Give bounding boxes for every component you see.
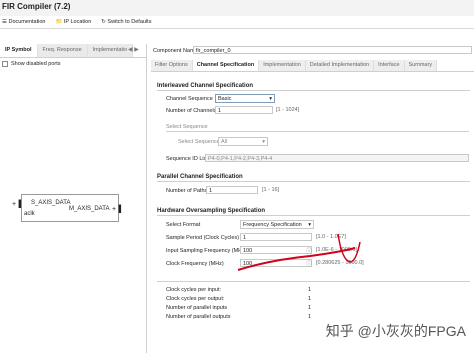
summary-label-4: Number of parallel outputs — [166, 314, 231, 320]
sequence-id-label: Sequence ID List — [166, 156, 208, 162]
summary-label-1: Clock cycles per input: — [166, 287, 222, 293]
tab-detailed-implementation[interactable]: Detailed Implementation — [305, 60, 375, 71]
port-s-axis-data: S_AXIS_DATA — [31, 200, 71, 206]
toolbar-separator — [0, 28, 474, 29]
show-disabled-ports-row: Show disabled ports — [2, 61, 61, 67]
channel-sequence-label: Channel Sequence — [166, 96, 213, 102]
select-format-label: Select Format — [166, 222, 201, 228]
number-of-channels-hint: [1 - 1024] — [276, 107, 300, 113]
component-name-label: Component Name — [153, 48, 198, 54]
chevron-down-icon: ▾ — [262, 139, 265, 145]
tab-ip-symbol[interactable]: IP Symbol — [0, 44, 38, 57]
summary-label-2: Clock cycles per output: — [166, 296, 225, 302]
number-of-paths-label: Number of Paths — [166, 188, 208, 194]
select-sequence-divider — [166, 131, 469, 132]
component-name-input[interactable]: fir_compiler_0 — [193, 46, 472, 54]
chevron-down-icon: ▾ — [269, 96, 272, 102]
left-tabs: IP Symbol Freq. Response Implementatio — [0, 44, 147, 58]
summary-value-3: 1 — [308, 305, 312, 311]
tab-interface[interactable]: Interface — [374, 60, 405, 71]
sequence-id-input[interactable]: P4-0,P4-1,P4-2,P4-3,P4-4 — [205, 154, 469, 162]
red-annotation — [237, 233, 361, 271]
watermark: 知乎 @小灰灰的FPGA — [325, 323, 466, 339]
left-tabs-scroll-icon[interactable]: ◀ ▶ — [128, 46, 139, 53]
tab-implementation[interactable]: Implementatio — [87, 44, 134, 57]
interleaved-header: Interleaved Channel Specification — [157, 83, 254, 89]
oversampling-header: Hardware Oversampling Specification — [157, 208, 266, 214]
interleaved-divider — [157, 90, 470, 91]
ip-location-button[interactable]: 📁 IP Location — [55, 19, 91, 25]
annotation-curve — [337, 233, 361, 263]
switch-defaults-button[interactable]: ↻ Switch to Defaults — [101, 19, 151, 25]
parallel-divider — [157, 181, 470, 182]
output-port-icon: +▐ — [112, 206, 122, 213]
tab-summary[interactable]: Summary — [404, 60, 438, 71]
number-of-channels-input[interactable]: 1 — [215, 106, 273, 114]
tab-channel-specification[interactable]: Channel Specification — [192, 60, 260, 71]
show-disabled-ports-label: Show disabled ports — [11, 61, 61, 67]
documentation-button[interactable]: ☰ Documentation — [2, 19, 45, 25]
annotation-underline — [237, 247, 356, 271]
channel-sequence-select[interactable]: Basic ▾ — [215, 94, 275, 103]
number-of-paths-hint: [1 - 16] — [262, 187, 280, 193]
port-m-axis-data: M_AXIS_DATA — [69, 206, 110, 212]
summary-value-2: 1 — [308, 296, 312, 302]
tab-freq-response[interactable]: Freq. Response — [37, 44, 88, 57]
oversampling-divider — [157, 215, 470, 216]
summary-value-4: 1 — [308, 314, 312, 320]
summary-label-3: Number of parallel inputs — [166, 305, 228, 311]
toolbar: ☰ Documentation 📁 IP Location ↻ Switch t… — [0, 16, 474, 28]
summary-divider — [157, 281, 470, 282]
input-port-icon: +▐ — [12, 201, 22, 208]
parallel-header: Parallel Channel Specification — [157, 174, 243, 180]
select-sequence-header: Select Sequence — [166, 124, 208, 130]
tab-filter-options[interactable]: Filter Options — [151, 60, 193, 71]
tab-implementation-right[interactable]: Implementation — [259, 60, 306, 71]
window-title: FIR Compiler (7.2) — [0, 0, 474, 16]
select-sequence-label: Select Sequence — [178, 139, 220, 145]
right-tabs: Filter Options Channel Specification Imp… — [151, 60, 474, 72]
port-aclk: aclk — [24, 211, 35, 217]
summary-value-1: 1 — [308, 287, 312, 293]
select-sequence-select[interactable]: All ▾ — [218, 137, 268, 146]
number-of-channels-label: Number of Channels — [166, 108, 217, 114]
show-disabled-ports-checkbox[interactable] — [2, 61, 8, 67]
chevron-down-icon: ▾ — [308, 222, 311, 228]
select-format-select[interactable]: Frequency Specification ▾ — [240, 220, 314, 229]
number-of-paths-input[interactable]: 1 — [206, 186, 258, 194]
